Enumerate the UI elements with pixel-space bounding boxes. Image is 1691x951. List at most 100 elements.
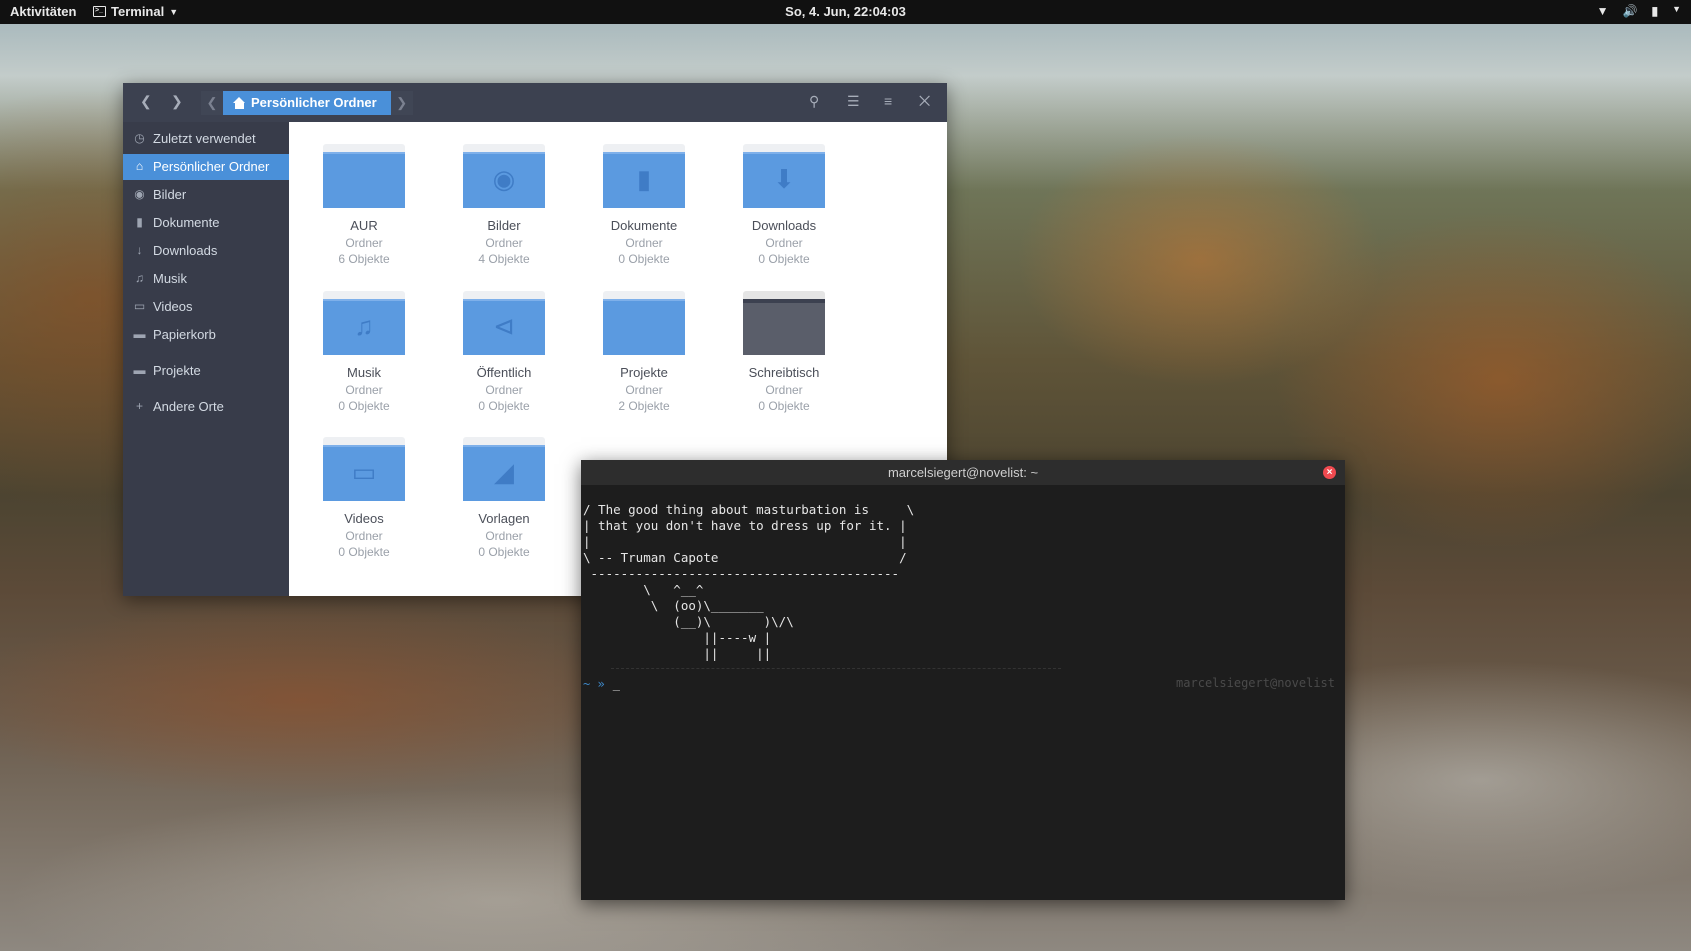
- folder-tile-templates[interactable]: ◢ Vorlagen Ordner 0 Objekte: [434, 437, 574, 559]
- sidebar-item-pictures[interactable]: ◉ Bilder: [123, 182, 289, 208]
- list-view-icon[interactable]: ☰: [847, 93, 860, 110]
- document-icon: ▮: [603, 144, 685, 208]
- folder-type: Ordner: [485, 236, 523, 250]
- folder-tile-aur[interactable]: AUR Ordner 6 Objekte: [294, 144, 434, 266]
- share-icon: ⊲: [463, 291, 545, 355]
- folder-count: 0 Objekte: [478, 545, 530, 559]
- folder-count: 0 Objekte: [758, 399, 810, 413]
- sidebar-item-recent[interactable]: ◷ Zuletzt verwendet: [123, 126, 289, 152]
- sidebar-item-home[interactable]: ⌂ Persönlicher Ordner: [123, 154, 289, 180]
- folder-type: Ordner: [765, 236, 803, 250]
- sidebar-item-label: Videos: [153, 299, 193, 314]
- folder-name: Vorlagen: [478, 511, 530, 526]
- path-current-label: Persönlicher Ordner: [251, 95, 377, 110]
- prompt-symbol: ~ »: [583, 677, 605, 691]
- system-tray[interactable]: ▼ 🔊 ▮ ▼: [1597, 4, 1681, 18]
- sidebar-item-label: Persönlicher Ordner: [153, 159, 270, 174]
- folder-name: Musik: [347, 365, 381, 380]
- sidebar-item-trash[interactable]: ▬ Papierkorb: [123, 322, 289, 348]
- folder-tile-documents[interactable]: ▮ Dokumente Ordner 0 Objekte: [574, 144, 714, 266]
- folder-icon: ▬: [133, 363, 146, 377]
- folder-type: Ordner: [345, 236, 383, 250]
- chevron-down-icon: ▼: [1672, 4, 1681, 14]
- sidebar-item-documents[interactable]: ▮ Dokumente: [123, 210, 289, 236]
- sidebar-item-label: Downloads: [153, 243, 218, 258]
- sidebar-item-label: Papierkorb: [153, 327, 216, 342]
- folder-count: 0 Objekte: [758, 252, 810, 266]
- download-icon: ↓: [136, 243, 143, 257]
- path-left-arrow[interactable]: ❮: [201, 91, 223, 115]
- home-icon: ⌂: [135, 159, 144, 173]
- folder-tile-projects[interactable]: Projekte Ordner 2 Objekte: [574, 291, 714, 413]
- camera-icon: ◉: [463, 144, 545, 208]
- folder-count: 0 Objekte: [478, 399, 530, 413]
- folder-count: 0 Objekte: [618, 252, 670, 266]
- close-icon[interactable]: ×: [1323, 466, 1336, 479]
- terminal-prompt[interactable]: ~ » _: [583, 677, 620, 691]
- clock[interactable]: So, 4. Jun, 22:04:03: [0, 4, 1691, 19]
- folder-type: Ordner: [485, 529, 523, 543]
- sidebar-item-music[interactable]: ♫ Musik: [123, 266, 289, 292]
- sidebar-item-label: Musik: [153, 271, 187, 286]
- folder-count: 4 Objekte: [478, 252, 530, 266]
- terminal-titlebar[interactable]: marcelsiegert@novelist: ~ ×: [581, 460, 1345, 485]
- forward-button[interactable]: ❯: [171, 93, 183, 110]
- folder-name: Bilder: [487, 218, 521, 233]
- folder-name: Öffentlich: [476, 365, 532, 380]
- folder-name: AUR: [350, 218, 378, 233]
- folder-count: 0 Objekte: [338, 545, 390, 559]
- film-icon: ▭: [323, 437, 405, 501]
- folder-name: Schreibtisch: [748, 365, 820, 380]
- folder-tile-music[interactable]: ♫ Musik Ordner 0 Objekte: [294, 291, 434, 413]
- sidebar: ◷ Zuletzt verwendet ⌂ Persönlicher Ordne…: [123, 122, 289, 596]
- folder-tile-videos[interactable]: ▭ Videos Ordner 0 Objekte: [294, 437, 434, 559]
- folder-tile-downloads[interactable]: ⬇ Downloads Ordner 0 Objekte: [714, 144, 854, 266]
- battery-icon: ▮: [1651, 4, 1659, 18]
- menu-icon[interactable]: ≡: [884, 93, 892, 109]
- terminal-window[interactable]: marcelsiegert@novelist: ~ × / The good t…: [581, 460, 1345, 900]
- template-icon: ◢: [463, 437, 545, 501]
- folder-type: Ordner: [485, 383, 523, 397]
- music-icon: ♫: [135, 271, 144, 285]
- folder-type: Ordner: [345, 529, 383, 543]
- folder-type: Ordner: [625, 383, 663, 397]
- back-button[interactable]: ❮: [140, 93, 152, 110]
- folder-name: Dokumente: [610, 218, 678, 233]
- folder-tile-pictures[interactable]: ◉ Bilder Ordner 4 Objekte: [434, 144, 574, 266]
- sidebar-item-downloads[interactable]: ↓ Downloads: [123, 238, 289, 264]
- camera-icon: ◉: [134, 187, 145, 201]
- sidebar-item-label: Dokumente: [153, 215, 220, 230]
- top-bar: Aktivitäten >_ Terminal ▼ So, 4. Jun, 22…: [0, 0, 1691, 24]
- folder-icon: [603, 291, 685, 355]
- document-icon: ▮: [136, 215, 143, 229]
- close-icon[interactable]: ⨉: [919, 93, 930, 110]
- path-right-arrow[interactable]: ❯: [390, 91, 413, 115]
- trash-icon: ▬: [133, 327, 146, 341]
- folder-icon: [323, 144, 405, 208]
- folder-type: Ordner: [765, 383, 803, 397]
- terminal-cursor: _: [612, 677, 620, 691]
- wifi-icon: ▼: [1596, 4, 1609, 18]
- desktop-icon: [743, 291, 825, 355]
- sidebar-item-other-locations[interactable]: + Andere Orte: [123, 394, 289, 420]
- folder-name: Downloads: [751, 218, 817, 233]
- sidebar-item-label: Bilder: [153, 187, 187, 202]
- film-icon: ▭: [133, 299, 146, 313]
- folder-tile-public[interactable]: ⊲ Öffentlich Ordner 0 Objekte: [434, 291, 574, 413]
- path-current-button[interactable]: Persönlicher Ordner: [223, 91, 391, 115]
- sidebar-item-label: Andere Orte: [153, 399, 224, 414]
- folder-type: Ordner: [345, 383, 383, 397]
- folder-count: 6 Objekte: [338, 252, 390, 266]
- search-icon[interactable]: ⚲: [809, 93, 819, 110]
- music-icon: ♫: [323, 291, 405, 355]
- sidebar-item-videos[interactable]: ▭ Videos: [123, 294, 289, 320]
- volume-icon: 🔊: [1622, 4, 1638, 18]
- sidebar-item-projects[interactable]: ▬ Projekte: [123, 358, 289, 384]
- plus-icon: +: [135, 399, 143, 413]
- folder-type: Ordner: [625, 236, 663, 250]
- sidebar-item-label: Projekte: [153, 363, 201, 378]
- folder-tile-desktop[interactable]: Schreibtisch Ordner 0 Objekte: [714, 291, 854, 413]
- folder-count: 2 Objekte: [618, 399, 670, 413]
- terminal-right-prompt: marcelsiegert@novelist: [1176, 676, 1335, 690]
- terminal-title: marcelsiegert@novelist: ~: [887, 465, 1039, 480]
